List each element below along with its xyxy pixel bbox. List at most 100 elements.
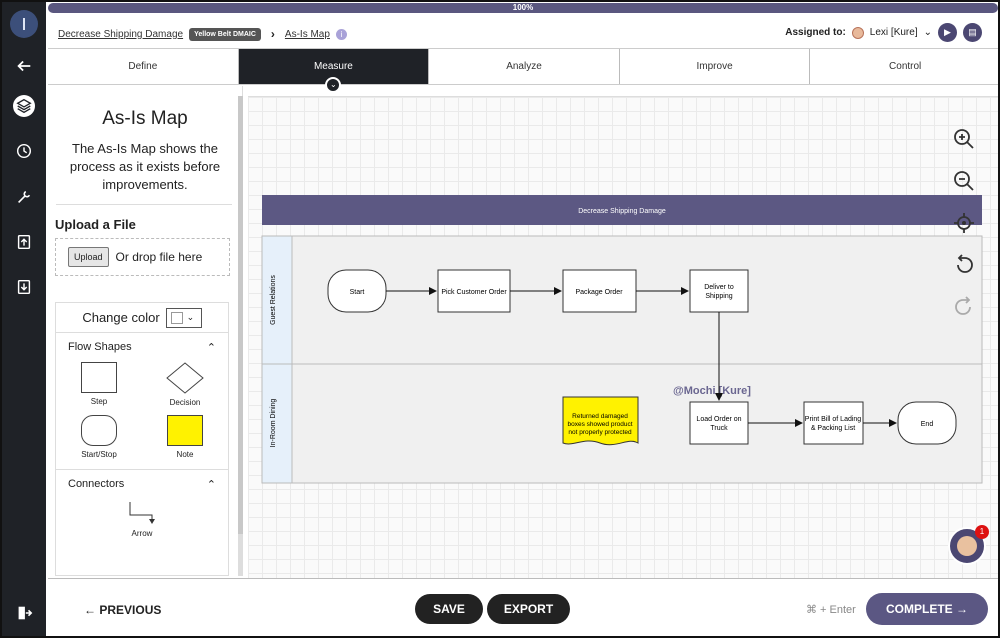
- node-label: Package Order: [575, 289, 623, 296]
- back-arrow-icon[interactable]: [12, 54, 36, 78]
- lane-label: In-Room Dining: [270, 399, 277, 448]
- tab-define[interactable]: Define: [48, 49, 239, 84]
- connectors-label: Connectors: [68, 478, 125, 490]
- undo-icon[interactable]: [952, 253, 976, 277]
- shape-note[interactable]: Note: [142, 415, 228, 459]
- note-line: Returned damaged: [572, 413, 628, 420]
- node-print-bill-of-lading[interactable]: [803, 401, 864, 445]
- footer-bar: ← PREVIOUS SAVE EXPORT ⌘ + Enter COMPLET…: [48, 578, 998, 636]
- shape-panel: Change color ⌄ Flow Shapes ⌃ Step Decisio…: [55, 302, 229, 576]
- chevron-down-icon: ⌄: [186, 311, 199, 324]
- save-button[interactable]: SAVE: [415, 594, 483, 624]
- zoom-out-icon[interactable]: [952, 169, 976, 193]
- tab-control[interactable]: Control: [810, 49, 998, 84]
- flow-shapes-header[interactable]: Flow Shapes ⌃: [56, 333, 228, 354]
- connectors-header[interactable]: Connectors ⌃: [56, 470, 228, 491]
- chevron-up-icon: ⌃: [206, 342, 216, 354]
- decision-shape-icon: [166, 362, 204, 394]
- node-label: End: [921, 421, 934, 428]
- canvas-toolbar: [952, 127, 976, 319]
- redo-icon[interactable]: [952, 295, 976, 319]
- assignee-avatar: [851, 26, 864, 39]
- shape-decision[interactable]: Decision: [142, 362, 228, 407]
- arrow-connector-icon: [129, 502, 155, 524]
- note-shape-icon: [167, 415, 203, 446]
- upload-button[interactable]: Upload: [68, 247, 109, 267]
- collaborator-cursor-label: @Mochi [Kure]: [673, 385, 751, 397]
- sidebar-description: The As-Is Map shows the process as it ex…: [69, 141, 221, 192]
- shape-label: Start/Stop: [81, 450, 117, 459]
- left-rail: [2, 2, 46, 636]
- breadcrumb: Decrease Shipping Damage Yellow Belt DMA…: [58, 27, 347, 41]
- flow-shapes-label: Flow Shapes: [68, 341, 132, 353]
- chevron-down-icon[interactable]: ⌄: [924, 27, 932, 38]
- note-line: not properly protected: [568, 429, 632, 436]
- breadcrumb-project-link[interactable]: Decrease Shipping Damage: [58, 29, 183, 40]
- sidebar-scrollbar[interactable]: [238, 96, 243, 576]
- layers-icon[interactable]: [13, 95, 35, 117]
- upload-file-icon[interactable]: [12, 230, 36, 254]
- color-picker[interactable]: ⌄: [165, 307, 202, 328]
- avatar-face: [957, 536, 977, 556]
- tab-improve[interactable]: Improve: [619, 49, 811, 84]
- lane-label: Guest Relations: [270, 275, 277, 325]
- zoom-in-icon[interactable]: [952, 127, 976, 151]
- sidebar: As-Is Map The As-Is Map shows the proces…: [48, 86, 243, 576]
- connector-arrow[interactable]: Arrow: [56, 501, 228, 538]
- tab-measure[interactable]: Measure ⌄: [238, 49, 430, 93]
- previous-button[interactable]: ← PREVIOUS: [84, 603, 161, 617]
- terminator-shape-icon: [81, 415, 117, 446]
- phase-tabs: Define Measure ⌄ Analyze Improve Control: [48, 48, 998, 93]
- shape-label: Decision: [169, 398, 201, 407]
- node-deliver-to-shipping[interactable]: [689, 269, 749, 313]
- recenter-icon[interactable]: [952, 211, 976, 235]
- assignee-name[interactable]: Lexi [Kure]: [870, 27, 918, 38]
- shape-label: Note: [176, 450, 194, 459]
- shape-step[interactable]: Step: [56, 362, 142, 407]
- info-icon[interactable]: i: [335, 28, 347, 40]
- progress-label: 100%: [512, 3, 534, 12]
- lane-header-guest-relations: [261, 235, 293, 365]
- shape-grid: Step Decision Start/Stop Note: [56, 362, 228, 459]
- process-diagram: Decrease Shipping Damage Guest Relations…: [261, 195, 983, 484]
- node-label: Load Order on: [696, 416, 741, 423]
- file-drop-zone[interactable]: Upload Or drop file here: [55, 238, 230, 276]
- shape-label: Step: [90, 397, 108, 406]
- previous-label: PREVIOUS: [99, 603, 162, 617]
- color-swatch: [170, 311, 183, 324]
- divider: [56, 204, 232, 205]
- node-load-order-on-truck[interactable]: [689, 401, 749, 445]
- breadcrumb-current-link[interactable]: As-Is Map: [285, 29, 330, 40]
- note-line: boxes showed product: [567, 421, 632, 428]
- sidebar-title: As-Is Map: [102, 108, 188, 129]
- node-label: Print Bill of Lading: [805, 416, 862, 423]
- chevron-up-icon: ⌃: [206, 479, 216, 491]
- notification-count-badge: 1: [975, 525, 989, 539]
- chevron-down-icon: ⌄: [325, 77, 342, 93]
- chevron-right-icon: ›: [270, 27, 275, 41]
- complete-label: COMPLETE: [885, 602, 953, 616]
- methodology-badge: Yellow Belt DMAIC: [189, 27, 261, 41]
- tab-analyze[interactable]: Analyze: [429, 49, 620, 84]
- wrench-icon[interactable]: [12, 185, 36, 209]
- lane-header-in-room-dining: [261, 363, 293, 484]
- diagram-title: Decrease Shipping Damage: [578, 208, 666, 215]
- clock-icon[interactable]: [12, 139, 36, 163]
- notes-icon[interactable]: ▤: [963, 23, 982, 42]
- shape-start-stop[interactable]: Start/Stop: [56, 415, 142, 459]
- logout-icon[interactable]: [12, 601, 36, 625]
- collaborator-avatar[interactable]: 1: [948, 525, 989, 565]
- download-file-icon[interactable]: [12, 275, 36, 299]
- complete-button[interactable]: COMPLETE →: [866, 593, 988, 625]
- app-logo-icon[interactable]: [10, 10, 38, 38]
- assigned-label: Assigned to:: [785, 27, 846, 38]
- diagram-canvas[interactable]: Decrease Shipping Damage Guest Relations…: [248, 96, 998, 578]
- shortcut-hint: ⌘ + Enter: [806, 604, 856, 616]
- export-button[interactable]: EXPORT: [487, 594, 570, 624]
- scrollbar-thumb[interactable]: [238, 96, 243, 534]
- assignee-area: Assigned to: Lexi [Kure] ⌄ ▶ ▤: [785, 23, 982, 42]
- connector-label: Arrow: [131, 529, 153, 538]
- change-color-label: Change color: [82, 310, 160, 325]
- step-shape-icon: [81, 362, 117, 393]
- play-icon[interactable]: ▶: [938, 23, 957, 42]
